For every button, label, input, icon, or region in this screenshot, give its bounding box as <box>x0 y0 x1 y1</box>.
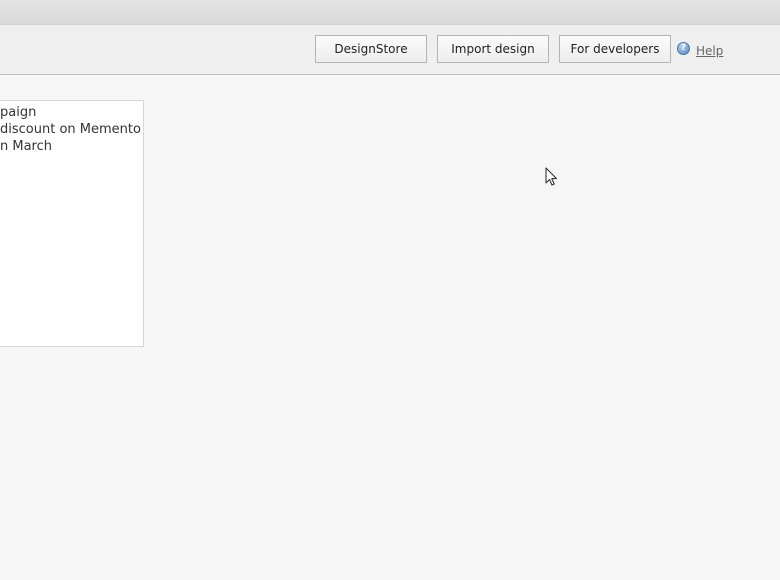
help-link[interactable]: Help <box>696 44 723 58</box>
card-description-line: paign <box>0 105 37 120</box>
toolbar: DesignStore Import design For developers… <box>0 25 780 75</box>
window-top-strip <box>0 0 780 25</box>
import-design-button[interactable]: Import design <box>437 35 549 63</box>
question-icon[interactable]: ? <box>677 42 690 55</box>
mouse-pointer-icon <box>545 167 558 186</box>
designstore-button[interactable]: DesignStore <box>315 35 427 63</box>
card-description: paign discount on Memento n March <box>0 104 141 155</box>
card-description-line: discount on Memento <box>0 122 141 137</box>
for-developers-button[interactable]: For developers <box>559 35 671 63</box>
card-description-line: n March <box>0 139 52 154</box>
